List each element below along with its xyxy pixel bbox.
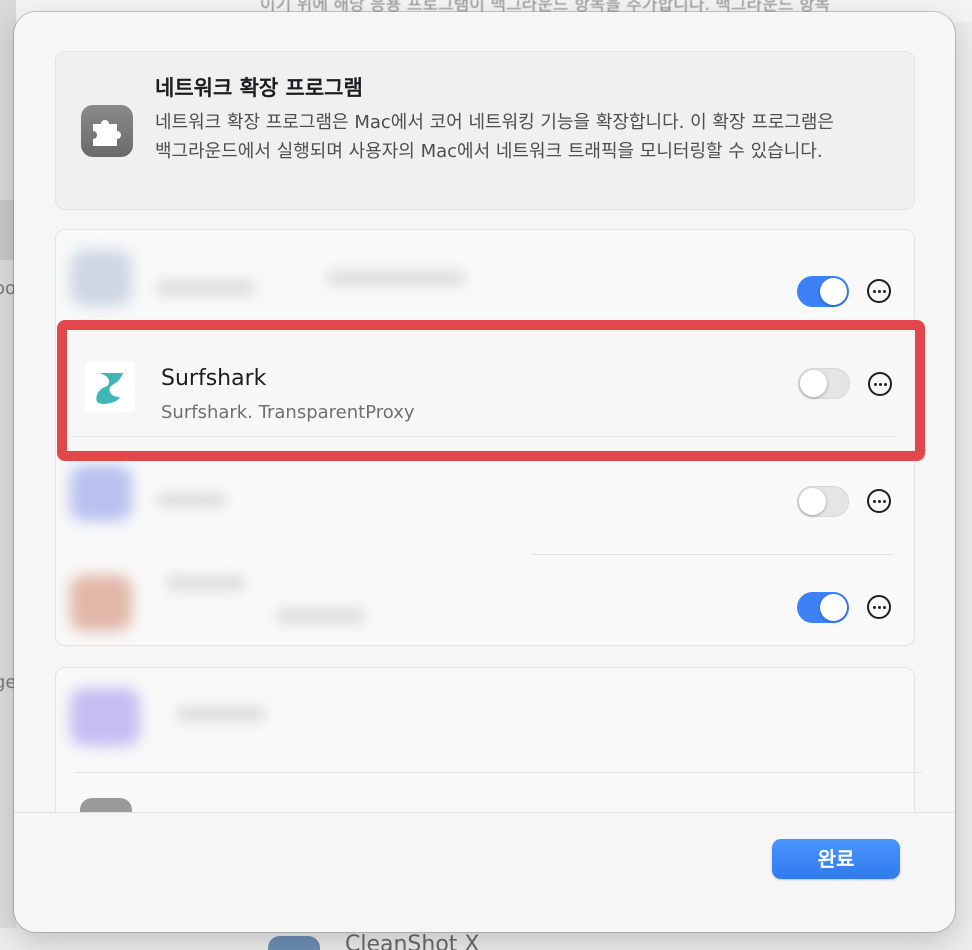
extension-toggle[interactable] (797, 486, 849, 517)
blurred-text (276, 608, 366, 624)
more-options-icon[interactable] (867, 489, 891, 513)
toggle-knob (799, 488, 826, 515)
background-app-icon (268, 936, 320, 950)
toggle-knob (820, 278, 847, 305)
done-button[interactable]: 완료 (772, 839, 900, 879)
extension-identifier: Surfshark. TransparentProxy (161, 402, 415, 423)
info-card: 네트워크 확장 프로그램 네트워크 확장 프로그램은 Mac에서 코어 네트워킹… (55, 51, 915, 210)
extension-toggle[interactable] (797, 276, 849, 307)
blurred-text (166, 575, 246, 591)
blurred-text (326, 270, 466, 286)
info-description: 네트워크 확장 프로그램은 Mac에서 코어 네트워킹 기능을 확장합니다. 이… (155, 112, 834, 162)
row-divider (532, 554, 894, 555)
blurred-app-icon (70, 465, 132, 521)
blurred-text (156, 492, 226, 508)
row-divider (71, 436, 896, 437)
extension-name: Surfshark (161, 366, 267, 391)
extension-row-surfshark: Surfshark Surfshark. TransparentProxy (69, 332, 913, 449)
info-title: 네트워크 확장 프로그램 (155, 76, 363, 100)
more-options-icon[interactable] (867, 595, 891, 619)
surfshark-toggle[interactable] (798, 368, 850, 399)
row-divider (74, 772, 922, 773)
blurred-text (176, 706, 266, 722)
surfshark-logo-icon (85, 362, 135, 412)
blurred-text (156, 280, 256, 296)
background-app-name: CleanShot X (345, 932, 480, 950)
blurred-app-icon (70, 575, 132, 631)
blurred-app-icon (70, 250, 132, 306)
network-extensions-sheet: 네트워크 확장 프로그램 네트워크 확장 프로그램은 Mac에서 코어 네트워킹… (14, 12, 955, 932)
puzzle-piece-icon (81, 105, 133, 157)
more-options-icon[interactable] (868, 372, 892, 396)
toggle-knob (800, 370, 827, 397)
highlighted-extension-row: Surfshark Surfshark. TransparentProxy (57, 320, 925, 461)
more-options-icon[interactable] (867, 279, 891, 303)
blurred-app-icon (70, 688, 140, 746)
extension-toggle[interactable] (797, 592, 849, 623)
toggle-knob (820, 594, 847, 621)
